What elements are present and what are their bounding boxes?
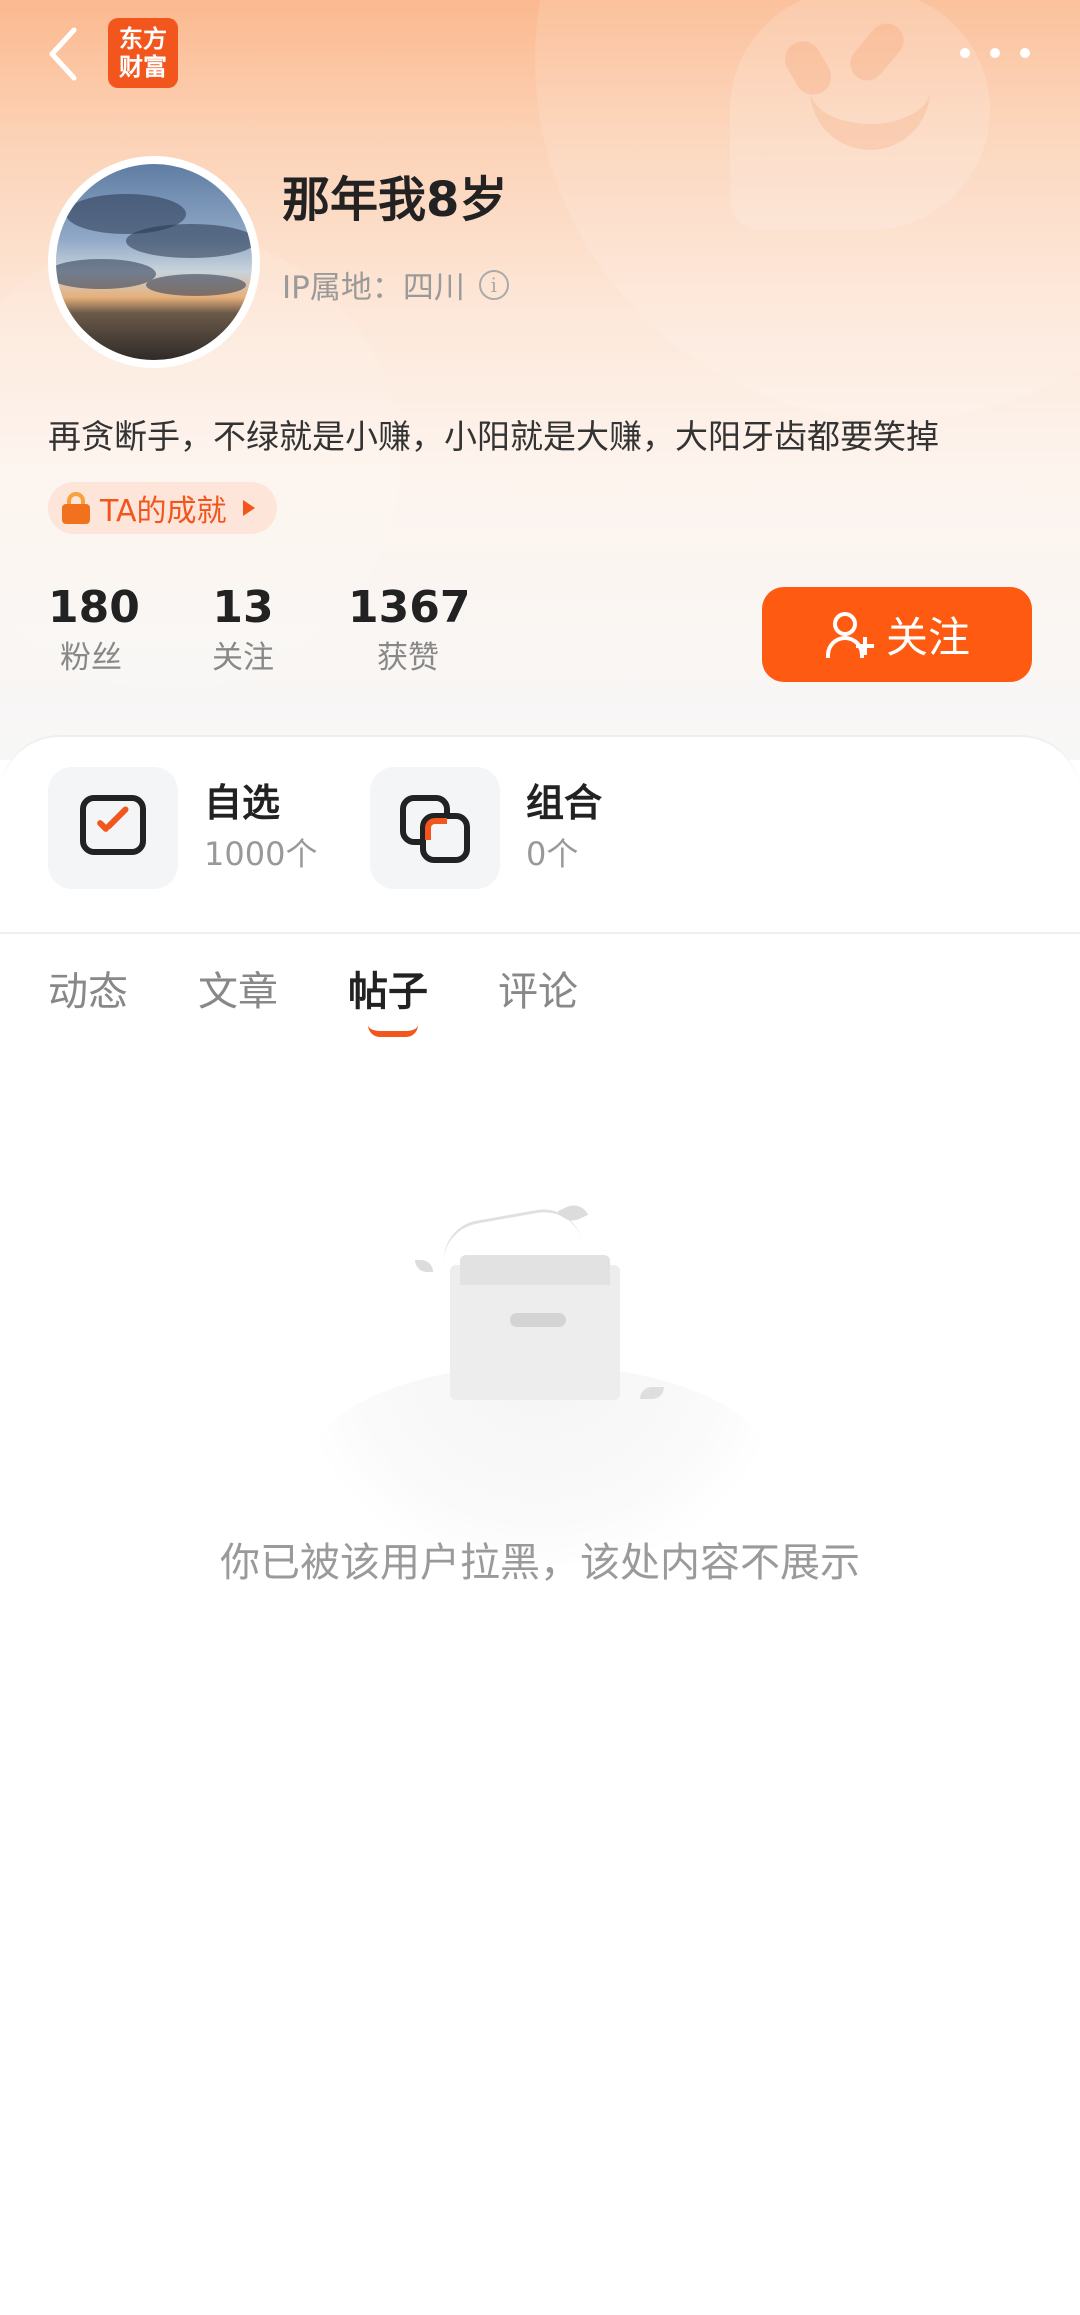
blocked-message: 你已被该用户拉黑，该处内容不展示	[220, 1540, 860, 1586]
stat-following[interactable]: 13 关注	[202, 580, 284, 680]
active-tab-indicator	[368, 1025, 418, 1037]
stat-value: 13	[212, 582, 274, 633]
achievement-label: TA的成就	[100, 494, 227, 529]
stat-followers[interactable]: 180 粉丝	[48, 580, 140, 680]
portfolio-title: 组合	[526, 781, 603, 825]
logo-text-line2: 财富	[119, 52, 167, 81]
empty-box-illustration	[310, 1195, 770, 1565]
info-icon[interactable]: i	[478, 269, 509, 300]
stat-value: 180	[48, 582, 140, 633]
chevron-left-icon	[49, 27, 77, 81]
ip-location: IP属地：四川 i	[282, 262, 509, 307]
app-logo: 东方 财富	[108, 18, 178, 88]
stat-label: 获赞	[377, 640, 439, 676]
more-horizontal-icon	[960, 48, 970, 58]
watchlist-entry[interactable]: 自选 1000个	[48, 767, 317, 889]
back-button[interactable]	[42, 22, 88, 86]
more-button[interactable]	[960, 38, 1030, 68]
more-horizontal-icon	[990, 48, 1000, 58]
tab-comments[interactable]: 评论	[498, 962, 578, 1022]
portfolio-count: 0个	[526, 835, 579, 873]
lock-icon	[62, 492, 90, 524]
watchlist-count: 1000个	[204, 835, 318, 873]
follow-button-label: 关注	[885, 613, 970, 662]
stat-value: 1367	[348, 582, 471, 633]
top-bar: 东方 财富	[0, 0, 1080, 110]
divider	[0, 932, 1080, 934]
achievement-badge[interactable]: TA的成就	[48, 482, 277, 534]
avatar[interactable]	[48, 156, 260, 368]
more-horizontal-icon	[1020, 48, 1030, 58]
logo-text-line1: 东方	[119, 24, 167, 53]
user-bio: 再贪断手，不绿就是小赚，小阳就是大赚，大阳牙齿都要笑掉	[48, 417, 939, 456]
stat-label: 粉丝	[60, 640, 122, 676]
stat-likes[interactable]: 1367 获赞	[348, 580, 471, 680]
ip-location-label: IP属地：四川	[282, 270, 465, 306]
user-plus-icon	[824, 610, 874, 660]
content-tabs: 动态 文章 帖子 评论	[0, 962, 1080, 1052]
tab-articles[interactable]: 文章	[198, 962, 278, 1022]
watchlist-title: 自选	[204, 781, 281, 825]
tab-activity[interactable]: 动态	[48, 962, 128, 1022]
tab-posts[interactable]: 帖子	[348, 962, 428, 1022]
follow-button[interactable]: 关注	[762, 587, 1032, 682]
stat-label: 关注	[212, 640, 274, 676]
watchlist-icon	[48, 767, 178, 889]
portfolio-entry[interactable]: 组合 0个	[370, 767, 602, 889]
portfolio-icon	[370, 767, 500, 889]
username: 那年我8岁	[282, 172, 508, 228]
triangle-right-icon	[242, 500, 255, 516]
